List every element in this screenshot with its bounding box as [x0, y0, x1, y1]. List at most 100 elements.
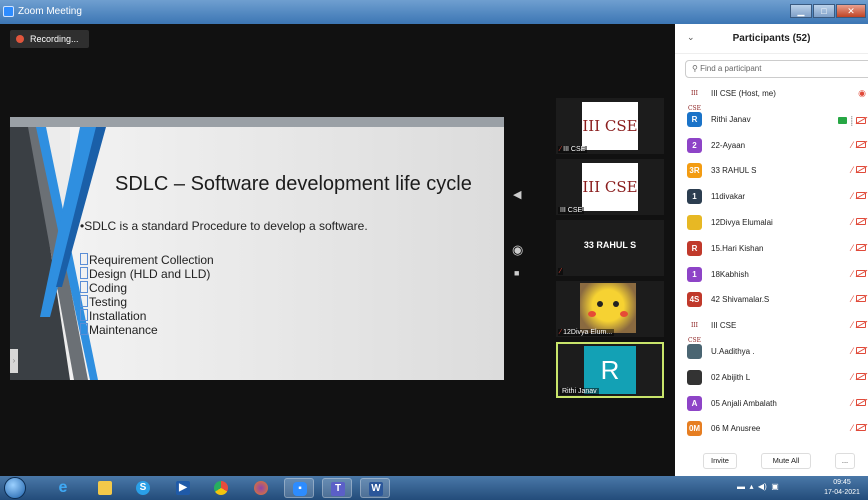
video-off-icon	[856, 192, 866, 200]
mic-muted-icon: ⁄	[851, 191, 853, 202]
media-player-icon: ▶	[176, 481, 190, 495]
shared-slide: SDLC – Software development life cycle •…	[10, 117, 504, 380]
mic-muted-icon: ⁄	[851, 268, 853, 279]
skype-icon: S	[136, 481, 150, 495]
folder-icon	[98, 481, 112, 495]
word-taskbar-button[interactable]: W	[360, 478, 390, 498]
participant-row[interactable]: III CSE III CSE ⁄	[675, 313, 868, 345]
stop-square-icon[interactable]: ■	[514, 268, 519, 278]
mute-all-button[interactable]: Mute All	[761, 453, 811, 469]
participants-header: ⌄ Participants (52)	[675, 24, 868, 54]
participant-row[interactable]: 3R 33 RAHUL S ⁄	[675, 158, 868, 184]
system-tray: ▬ ▴ ◀) ▣	[737, 482, 779, 491]
previous-arrow-icon[interactable]: ◀	[513, 188, 521, 201]
mic-muted-icon: ⁄	[851, 216, 853, 227]
participant-row[interactable]: 4S 42 Shivamalar.S ⁄	[675, 287, 868, 313]
participant-row[interactable]: R Rithi Janav ⸽	[675, 107, 868, 133]
start-button[interactable]	[4, 477, 26, 499]
mic-muted-icon: ⁄	[851, 423, 853, 434]
flag-icon[interactable]: ▬	[737, 482, 745, 491]
clock-time: 09:45	[833, 479, 851, 486]
taskbar-clock[interactable]: 09:45 17-04-2021	[820, 478, 864, 498]
slide-bullet: Coding	[80, 281, 214, 295]
volume-icon[interactable]: ◀)	[758, 482, 767, 491]
more-options-button[interactable]: ...	[835, 453, 855, 469]
slide-bullet: Testing	[80, 295, 214, 309]
video-tile[interactable]: III CSE III CSE	[556, 159, 664, 215]
avatar: 0M	[687, 421, 702, 437]
media-taskbar-button[interactable]: ▶	[168, 478, 198, 498]
participant-name: 15.Hari Kishan	[711, 243, 764, 253]
invite-button[interactable]: Invite	[703, 453, 737, 469]
slide-decoration	[10, 127, 106, 380]
mic-muted-icon: ⁄	[851, 397, 853, 408]
recording-icon: ◉	[858, 88, 866, 98]
skype-taskbar-button[interactable]: S	[128, 478, 158, 498]
participant-row[interactable]: 12Divya Elumalai ⁄	[675, 210, 868, 236]
slide-side-tab[interactable]: ›	[10, 349, 18, 373]
slide-intro: •SDLC is a standard Procedure to develop…	[80, 219, 368, 233]
avatar: III CSE	[687, 90, 702, 112]
search-icon: ⚲	[692, 64, 701, 73]
mic-muted-icon: ⁄	[851, 320, 853, 331]
record-circle-icon[interactable]: ◉	[512, 242, 523, 258]
maximize-button[interactable]: □	[813, 4, 835, 18]
avatar	[687, 343, 702, 359]
close-button[interactable]: ✕	[836, 4, 866, 18]
participants-footer: Invite Mute All ...	[675, 448, 868, 476]
participant-name: Rithi Janav	[711, 114, 751, 124]
mic-muted-icon: ⁄	[851, 294, 853, 305]
explorer-taskbar-button[interactable]	[90, 478, 120, 498]
avatar: III CSE	[687, 322, 702, 345]
mic-muted-icon: ⁄	[851, 139, 853, 150]
recording-indicator[interactable]: Recording...	[10, 30, 89, 48]
participant-row[interactable]: R 15.Hari Kishan ⁄	[675, 236, 868, 262]
participant-row[interactable]: 0M 06 M Anusree ⁄	[675, 416, 868, 442]
active-speaker-tile[interactable]: R Rithi Janav	[556, 342, 664, 398]
video-name: Rithi Janav	[560, 388, 599, 395]
video-off-icon	[856, 166, 866, 174]
mic-muted-icon: ⁄	[851, 371, 853, 382]
minimize-button[interactable]: ▁	[790, 4, 812, 18]
participant-row[interactable]: III CSE III CSE (Host, me) ◉	[675, 81, 868, 112]
video-name: 12Divya Elum...	[563, 329, 613, 336]
mic-muted-icon: ⁄	[851, 165, 853, 176]
window-title-bar: Zoom Meeting ▁ □ ✕	[0, 0, 868, 24]
teams-taskbar-button[interactable]: T	[322, 478, 352, 498]
video-off-icon	[856, 398, 866, 406]
clock-date: 17-04-2021	[824, 489, 860, 496]
avatar: 2	[687, 137, 702, 153]
video-display-name: 33 RAHUL S	[583, 240, 637, 250]
participant-row[interactable]: U.Aadithya . ⁄	[675, 339, 868, 365]
participant-row[interactable]: 2 22-Ayaan ⁄	[675, 133, 868, 159]
window-title: Zoom Meeting	[18, 6, 82, 17]
mic-muted-icon: ⁄	[560, 268, 562, 275]
firefox-taskbar-button[interactable]	[246, 478, 276, 498]
slide-bullet: Maintenance	[80, 323, 214, 337]
participant-row[interactable]: 02 Abijith L ⁄	[675, 365, 868, 391]
participants-title: Participants (52)	[732, 33, 811, 44]
tray-arrow-icon[interactable]: ▴	[749, 482, 753, 491]
zoom-taskbar-button[interactable]: ▪	[284, 478, 314, 498]
zoom-icon: ▪	[293, 482, 307, 496]
video-tile[interactable]: III CSE ⁄ III CSE	[556, 98, 664, 154]
participant-row[interactable]: 1 11divakar ⁄	[675, 184, 868, 210]
network-icon[interactable]: ▣	[771, 482, 779, 491]
participant-row[interactable]: 1 18Kabhish ⁄	[675, 262, 868, 288]
mic-muted-icon: ⁄	[851, 345, 853, 356]
recording-label: Recording...	[30, 34, 79, 44]
video-tile[interactable]: ⁄ 12Divya Elum...	[556, 281, 664, 337]
word-icon: W	[369, 482, 383, 496]
participant-row[interactable]: A 05 Anjali Ambalath ⁄	[675, 391, 868, 417]
video-off-icon	[856, 346, 866, 354]
chrome-taskbar-button[interactable]	[206, 478, 236, 498]
avatar: 1	[687, 266, 702, 282]
ie-taskbar-button[interactable]: e	[48, 478, 78, 498]
participant-search-input[interactable]: ⚲ Find a participant	[685, 60, 868, 78]
participant-list: III CSE III CSE (Host, me) ◉ R Rithi Janav ⸽ 2…	[675, 81, 868, 442]
participant-name: 33 RAHUL S	[711, 166, 757, 176]
video-tile[interactable]: 33 RAHUL S ⁄	[556, 220, 664, 276]
video-card: III CSE	[582, 102, 638, 150]
firefox-icon	[254, 481, 268, 495]
video-name: III CSE	[558, 207, 585, 214]
